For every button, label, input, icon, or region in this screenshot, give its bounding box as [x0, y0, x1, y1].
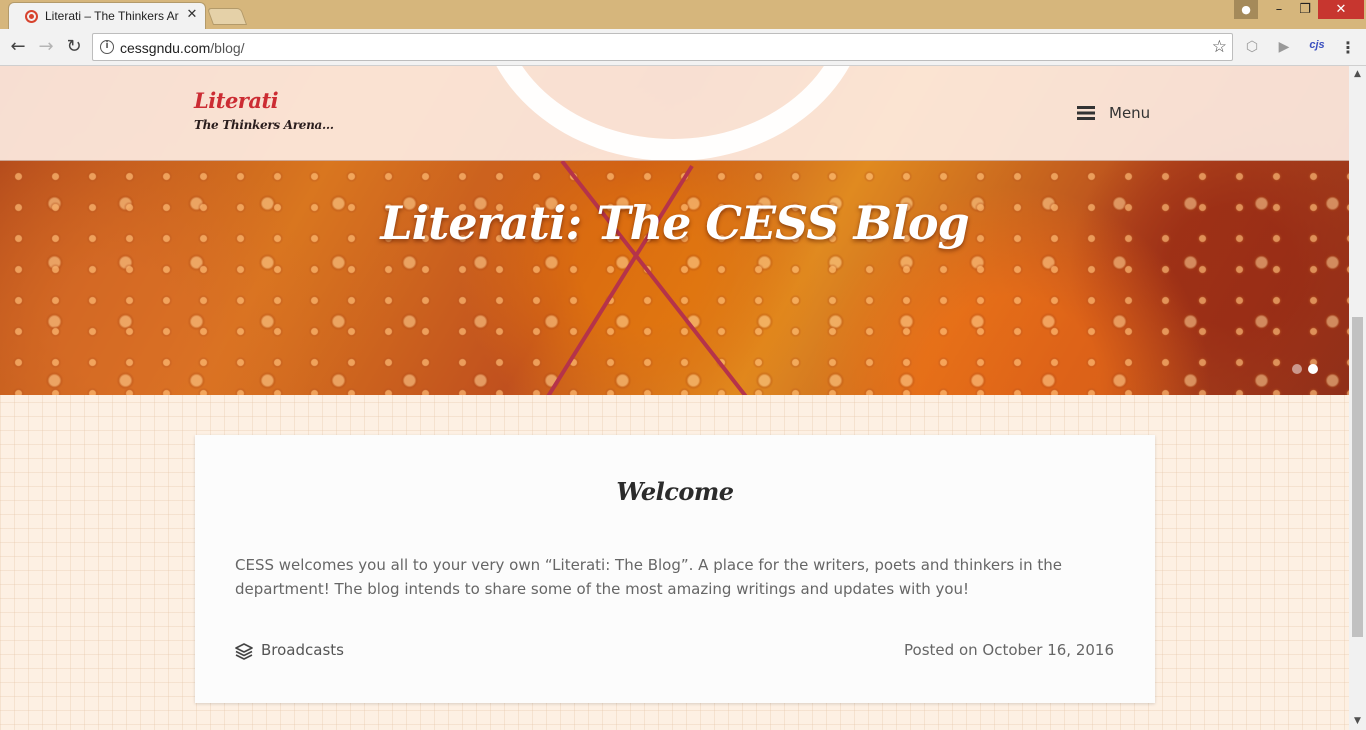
browser-tab[interactable]: Literati – The Thinkers Ar ✕ [8, 2, 206, 29]
scroll-up-icon[interactable]: ▲ [1349, 66, 1366, 83]
site-tagline: The Thinkers Arena… [194, 118, 334, 132]
browser-menu-icon[interactable]: ⋮ [1340, 38, 1356, 58]
close-window-icon[interactable]: ✕ [1318, 0, 1364, 19]
url-text: cessgndu.com/blog/ [120, 40, 245, 56]
hero-banner: Literati The Thinkers Arena… Menu Litera… [0, 66, 1349, 395]
address-bar[interactable]: i cessgndu.com/blog/ ☆ [92, 33, 1233, 61]
layers-icon [235, 643, 253, 660]
category-label: Broadcasts [261, 641, 344, 659]
minimize-icon[interactable]: – [1266, 0, 1292, 19]
scroll-down-icon[interactable]: ▼ [1349, 713, 1366, 730]
post-card: Welcome CESS welcomes you all to your ve… [195, 435, 1155, 703]
hero-title: Literati: The CESS Blog [380, 196, 969, 250]
post-date[interactable]: Posted on October 16, 2016 [904, 641, 1114, 659]
page-scrollbar[interactable]: ▲ ▼ [1349, 66, 1366, 730]
slider-dot-2-active[interactable] [1308, 364, 1318, 374]
tab-close-icon[interactable]: ✕ [185, 7, 199, 23]
menu-label: Menu [1109, 104, 1151, 122]
bookmark-star-icon[interactable]: ☆ [1212, 37, 1227, 57]
extension-cjs-icon[interactable]: cjs [1305, 39, 1329, 55]
browser-tab-bar: Literati – The Thinkers Ar ✕ ● – ❐ ✕ [0, 0, 1366, 29]
extension-shield-icon[interactable]: ⬡ [1244, 39, 1260, 55]
slider-dot-1[interactable] [1292, 364, 1302, 374]
back-arrow-icon[interactable]: ← [8, 37, 28, 57]
hamburger-icon [1077, 106, 1095, 120]
browser-toolbar: ← → ↻ i cessgndu.com/blog/ ☆ ⬡ ▶ cjs ⋮ [0, 29, 1366, 66]
site-favicon-icon [25, 10, 38, 23]
header-ring-decor [478, 66, 868, 160]
scroll-thumb[interactable] [1352, 317, 1363, 637]
post-excerpt: CESS welcomes you all to your very own “… [235, 556, 1062, 598]
forward-arrow-icon[interactable]: → [36, 37, 56, 57]
profile-icon[interactable]: ● [1234, 0, 1258, 19]
tab-title: Literati – The Thinkers Ar [45, 9, 179, 23]
page-viewport: Literati The Thinkers Arena… Menu Litera… [0, 66, 1349, 730]
site-title-link[interactable]: Literati [194, 88, 279, 113]
reload-icon[interactable]: ↻ [64, 37, 84, 57]
site-info-icon[interactable]: i [100, 40, 114, 54]
site-header: Literati The Thinkers Arena… Menu [0, 66, 1349, 161]
post-title[interactable]: Welcome [195, 477, 1155, 506]
extension-play-icon[interactable]: ▶ [1276, 39, 1292, 55]
maximize-icon[interactable]: ❐ [1292, 0, 1318, 19]
new-tab-button[interactable] [206, 8, 248, 25]
